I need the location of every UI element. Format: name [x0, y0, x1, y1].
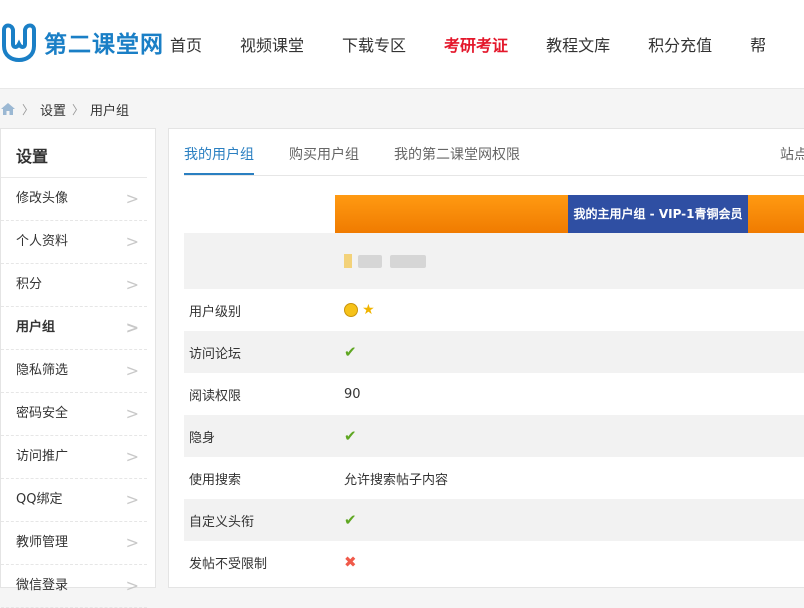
usergroup-header-band: 我的主用户组 - VIP-1青铜会员 [335, 195, 804, 233]
nav-recharge[interactable]: 积分充值 [648, 32, 712, 56]
table-row: 自定义头衔 ✔ [184, 499, 804, 541]
breadcrumb: 〉 设置 〉 用户组 [0, 96, 129, 122]
table-row: 阅读权限 90 [184, 373, 804, 415]
chevron-right-icon: > [125, 447, 139, 466]
smiley-icon [344, 303, 358, 317]
sidebar-title: 设置 [1, 129, 147, 178]
sidebar-item-profile[interactable]: 个人资料 > [1, 221, 147, 264]
sidebar-item-label: 隐私筛选 [16, 363, 69, 378]
table-row: 访问论坛 ✔ [184, 331, 804, 373]
site-header: 第二课堂网 首页 视频课堂 下载专区 考研考证 教程文库 积分充值 帮 [0, 0, 804, 89]
cross-icon: ✖ [344, 553, 357, 571]
sidebar-item-password[interactable]: 密码安全 > [1, 393, 147, 436]
site-name: 第二课堂网 [44, 31, 164, 58]
chevron-right-icon: > [125, 232, 139, 251]
sidebar-item-avatar[interactable]: 修改头像 > [1, 178, 147, 221]
row-label: 用户级别 [189, 304, 242, 320]
breadcrumb-current: 用户组 [90, 103, 130, 119]
home-icon[interactable] [0, 102, 16, 116]
sidebar-item-label: 积分 [16, 277, 43, 292]
sidebar-item-label: 密码安全 [16, 406, 69, 421]
row-label: 使用搜索 [189, 472, 242, 488]
tab-buy-usergroup[interactable]: 购买用户组 [289, 129, 359, 174]
row-value: 90 [344, 386, 361, 402]
sidebar-item-credits[interactable]: 积分 > [1, 264, 147, 307]
sidebar-item-label: 微信登录 [16, 578, 69, 593]
settings-sidebar: 设置 修改头像 > 个人资料 > 积分 > 用户组 > 隐私筛选 > 密码安全 > 访问推广… [0, 128, 156, 608]
tab-my-usergroup[interactable]: 我的用户组 [184, 129, 254, 175]
chevron-right-icon: > [125, 361, 139, 380]
table-row: 发帖不受限制 ✖ [184, 541, 804, 583]
table-row: 用户级别 ★ [184, 289, 804, 331]
chevron-right-icon: 〉 [72, 102, 85, 117]
breadcrumb-settings[interactable]: 设置 [40, 100, 66, 119]
star-icon: ★ [362, 302, 375, 318]
row-label: 发帖不受限制 [189, 556, 268, 572]
logo-mark-icon [1, 23, 36, 62]
redacted-text [358, 254, 382, 268]
usergroup-permission-table: 用户级别 ★ 访问论坛 ✔ 阅读权限 90 隐身 ✔ 使用搜索 允许搜索帖子内容… [184, 233, 804, 583]
user-level-value: ★ [339, 289, 804, 331]
sidebar-item-privacy[interactable]: 隐私筛选 > [1, 350, 147, 393]
sidebar-item-label: 用户组 [16, 320, 56, 335]
table-row [184, 233, 804, 289]
chevron-right-icon: > [125, 576, 139, 595]
chevron-right-icon: > [125, 490, 139, 509]
sidebar-item-label: 访问推广 [16, 449, 69, 464]
tab-site[interactable]: 站点 [780, 129, 804, 174]
main-nav: 首页 视频课堂 下载专区 考研考证 教程文库 积分充值 帮 [170, 0, 804, 88]
flag-icon [344, 254, 352, 268]
check-icon: ✔ [344, 511, 357, 529]
nav-exam[interactable]: 考研考证 [444, 32, 508, 56]
row-label: 自定义头衔 [184, 499, 339, 541]
site-logo[interactable]: 第二课堂网 [0, 20, 164, 64]
redacted-text [390, 254, 426, 268]
row-label: 阅读权限 [189, 388, 242, 404]
check-icon: ✔ [344, 427, 357, 445]
chevron-right-icon: > [125, 533, 139, 552]
check-icon: ✔ [344, 343, 357, 361]
nav-video[interactable]: 视频课堂 [240, 32, 304, 56]
nav-home[interactable]: 首页 [170, 32, 202, 56]
chevron-right-icon: 〉 [22, 102, 35, 117]
sidebar-item-promotion[interactable]: 访问推广 > [1, 436, 147, 479]
chevron-right-icon: > [125, 318, 139, 337]
sidebar-item-label: 个人资料 [16, 234, 69, 249]
blurred-user-info [339, 233, 804, 289]
sidebar-item-teacher[interactable]: 教师管理 > [1, 522, 147, 565]
nav-help[interactable]: 帮 [750, 32, 766, 56]
chevron-right-icon: > [125, 189, 139, 208]
tab-site-permissions[interactable]: 我的第二课堂网权限 [394, 129, 520, 174]
usergroup-panel: 我的用户组 购买用户组 我的第二课堂网权限 站点 我的主用户组 - VIP-1青… [168, 128, 804, 588]
sidebar-item-wechat[interactable]: 微信登录 > [1, 565, 147, 608]
usergroup-title: 我的主用户组 - VIP-1青铜会员 [568, 195, 748, 233]
tab-bar: 我的用户组 购买用户组 我的第二课堂网权限 站点 [184, 129, 804, 176]
sidebar-item-qq[interactable]: QQ绑定 > [1, 479, 147, 522]
table-row: 使用搜索 允许搜索帖子内容 [184, 457, 804, 499]
row-label: 访问论坛 [184, 331, 339, 373]
chevron-right-icon: > [125, 275, 139, 294]
sidebar-item-usergroup[interactable]: 用户组 > [1, 307, 147, 350]
nav-download[interactable]: 下载专区 [342, 32, 406, 56]
sidebar-item-label: QQ绑定 [16, 492, 63, 507]
row-label: 隐身 [184, 415, 339, 457]
table-row: 隐身 ✔ [184, 415, 804, 457]
nav-library[interactable]: 教程文库 [546, 32, 610, 56]
sidebar-item-label: 修改头像 [16, 191, 69, 206]
sidebar-item-label: 教师管理 [16, 535, 69, 550]
chevron-right-icon: > [125, 404, 139, 423]
row-value: 允许搜索帖子内容 [344, 472, 449, 488]
